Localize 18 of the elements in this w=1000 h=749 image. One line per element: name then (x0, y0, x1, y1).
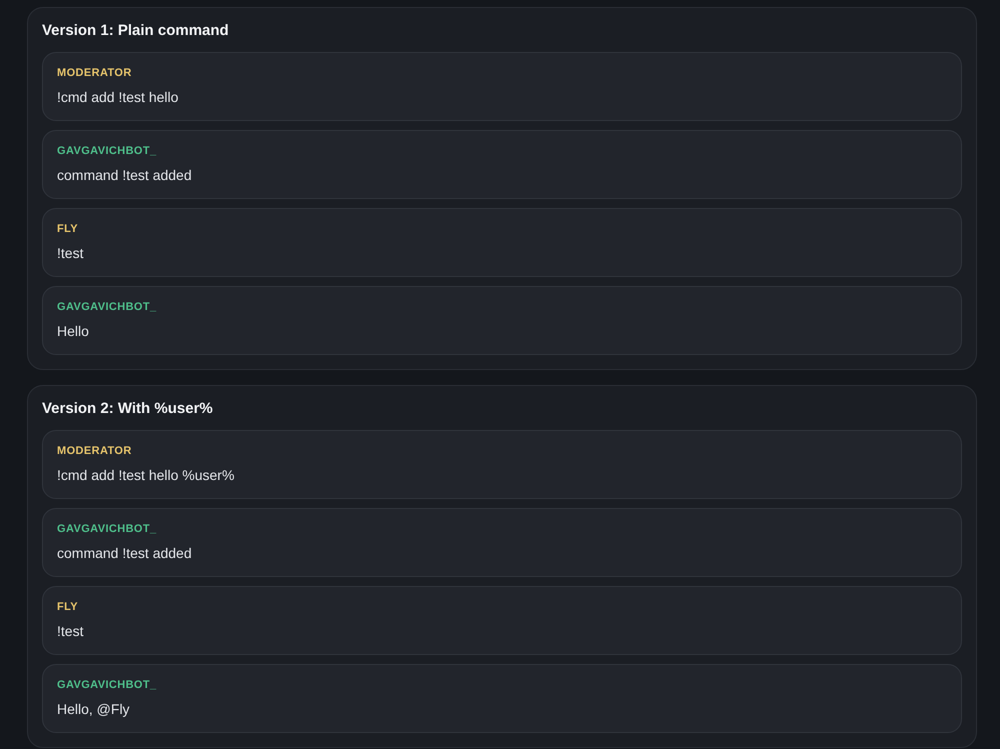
author-name: GAVGAVICHBOT_ (57, 522, 157, 536)
author-name: GAVGAVICHBOT_ (57, 678, 157, 692)
message-text: !cmd add !test hello %user% (57, 466, 234, 485)
author-name: FLY (57, 600, 78, 614)
message-text: !cmd add !test hello (57, 88, 178, 107)
author-name: MODERATOR (57, 444, 132, 458)
author-name: GAVGAVICHBOT_ (57, 144, 157, 158)
author-name: MODERATOR (57, 66, 132, 80)
message-text: command !test added (57, 544, 192, 563)
section-title: Version 1: Plain command (42, 21, 230, 41)
message-text: !test (57, 622, 84, 641)
author-name: FLY (57, 222, 78, 236)
message-text: Hello (57, 322, 89, 341)
message-text: command !test added (57, 166, 192, 185)
section-title: Version 2: With %user% (42, 399, 214, 419)
message-text: Hello, @Fly (57, 700, 130, 719)
author-name: GAVGAVICHBOT_ (57, 300, 157, 314)
message-text: !test (57, 244, 84, 263)
